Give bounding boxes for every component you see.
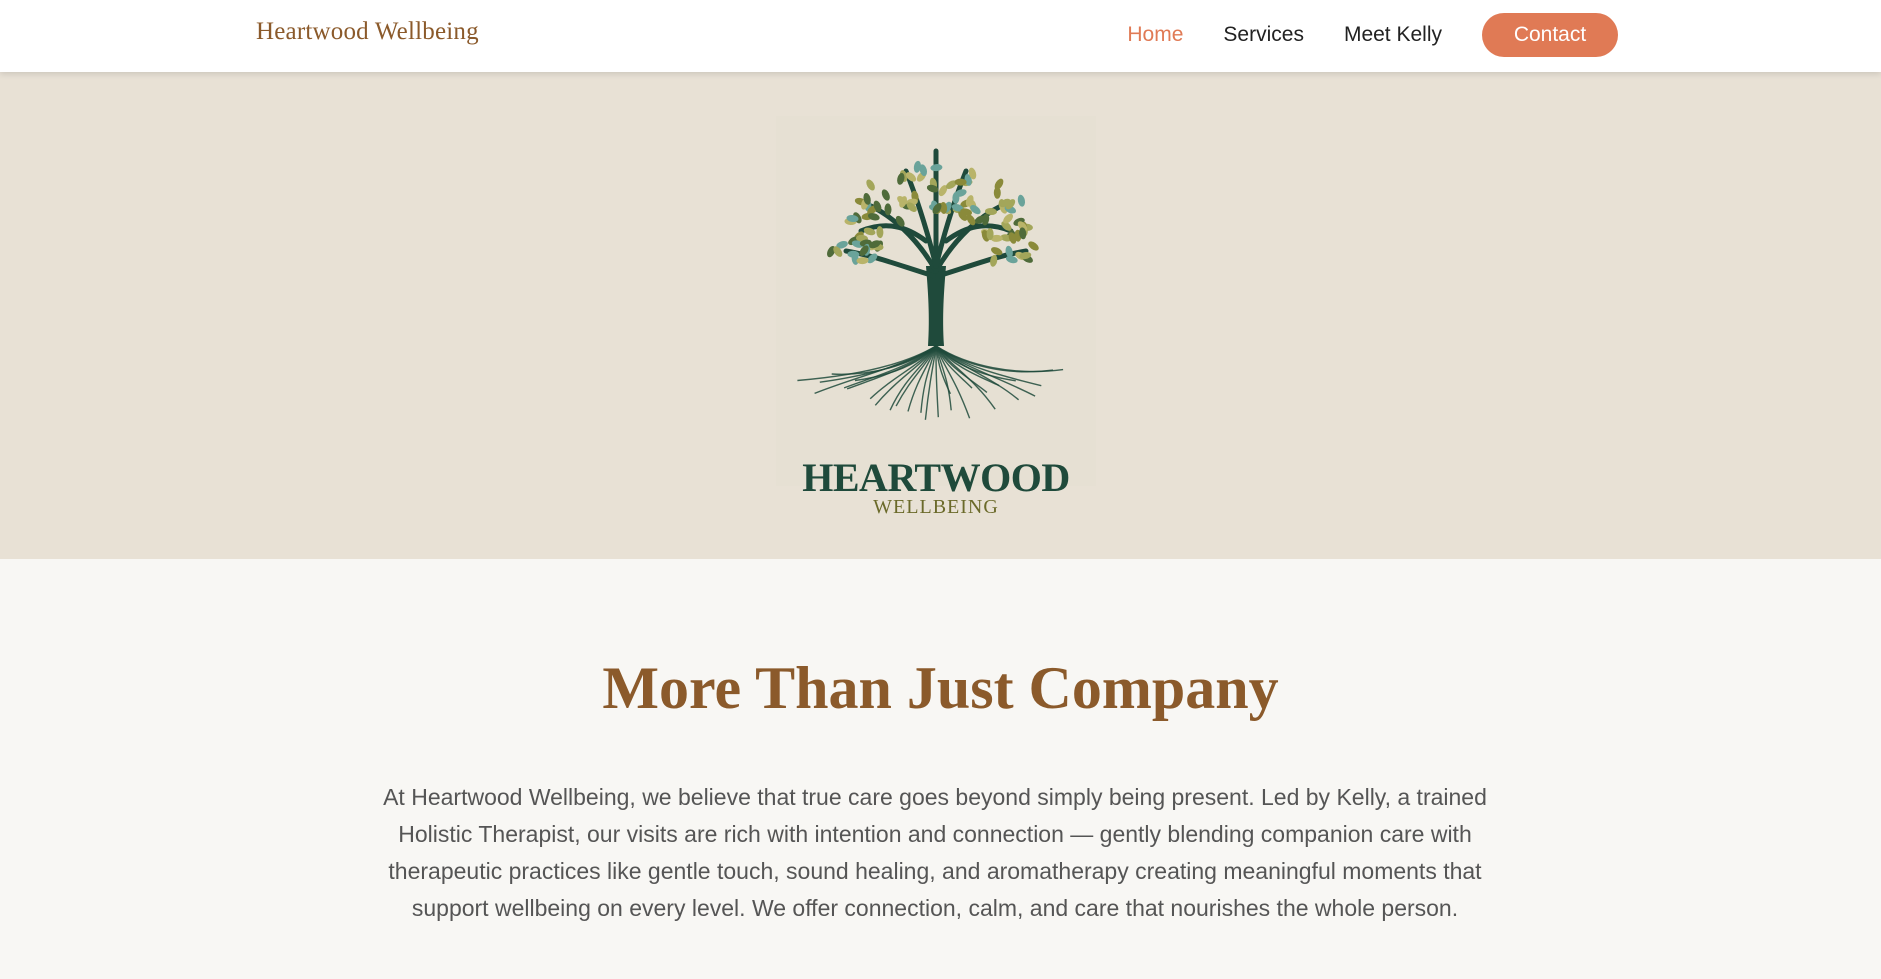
- logo-title: HEARTWOOD: [802, 455, 1070, 500]
- logo-subtitle: WELLBEING: [873, 496, 999, 518]
- tree-of-life-icon: [797, 148, 1064, 420]
- brand-logo-text[interactable]: Heartwood Wellbeing: [256, 18, 479, 46]
- nav-links: Home Services Meet Kelly Contact: [1087, 13, 1618, 57]
- top-navbar: Heartwood Wellbeing Home Services Meet K…: [0, 0, 1881, 72]
- heartwood-logo: HEARTWOOD WELLBEING: [776, 116, 1096, 518]
- nav-link-services[interactable]: Services: [1223, 23, 1304, 47]
- nav-link-meet-kelly[interactable]: Meet Kelly: [1344, 23, 1442, 47]
- nav-link-home[interactable]: Home: [1127, 23, 1183, 47]
- about-section: More Than Just Company At Heartwood Well…: [0, 559, 1881, 979]
- about-heading: More Than Just Company: [602, 655, 1279, 721]
- contact-button[interactable]: Contact: [1482, 13, 1618, 57]
- about-paragraph: At Heartwood Wellbeing, we believe that …: [383, 784, 1487, 921]
- hero-section: HEARTWOOD WELLBEING: [0, 72, 1881, 559]
